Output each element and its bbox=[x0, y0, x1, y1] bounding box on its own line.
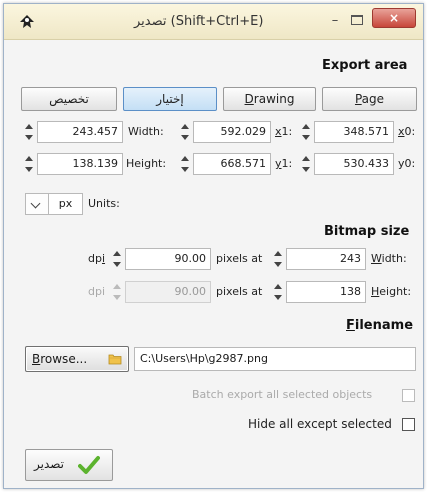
dpi-spinner[interactable] bbox=[112, 248, 122, 270]
x0-field[interactable]: 243.457 bbox=[37, 121, 123, 143]
chevron-down-icon bbox=[30, 198, 41, 209]
y0-label: y0: bbox=[398, 157, 416, 170]
close-button[interactable]: × bbox=[372, 8, 416, 28]
units-dropdown[interactable] bbox=[25, 193, 49, 215]
dpi-field[interactable]: 90.00 bbox=[125, 248, 211, 270]
batch-export-checkbox bbox=[402, 389, 415, 402]
y1-label: y1: bbox=[275, 157, 293, 170]
bitmap-size-heading: Bitmap size bbox=[324, 224, 410, 239]
export-button-label: تصدير bbox=[34, 457, 65, 471]
dpi-label-disabled: dpi bbox=[88, 285, 106, 298]
batch-export-label: Batch export all selected objects bbox=[192, 388, 373, 401]
x1-label: x1: bbox=[275, 125, 293, 138]
units-value[interactable]: px bbox=[49, 193, 83, 215]
bitmap-width-field[interactable]: 243 bbox=[286, 248, 366, 270]
hide-all-checkbox[interactable] bbox=[402, 418, 415, 431]
browse-button[interactable]: Browse... bbox=[25, 346, 129, 372]
height-label: Height: bbox=[126, 157, 167, 170]
minimize-button[interactable]: – bbox=[326, 14, 344, 30]
height-field[interactable]: 668.571 bbox=[193, 153, 271, 175]
drawing-area-button[interactable]: Drawing bbox=[223, 87, 316, 111]
export-area-heading: Export area bbox=[322, 58, 408, 73]
dpi-label: dpi bbox=[88, 252, 106, 265]
maximize-button[interactable] bbox=[351, 15, 363, 25]
y0-field[interactable]: 138.139 bbox=[37, 153, 123, 175]
export-button[interactable]: تصدير bbox=[25, 449, 113, 481]
selection-area-button[interactable]: إختيار bbox=[123, 87, 217, 111]
units-label: Units: bbox=[88, 197, 120, 210]
hide-all-label: Hide all except selected bbox=[248, 417, 392, 431]
height-spinner[interactable] bbox=[180, 153, 190, 175]
width-field[interactable]: 592.029 bbox=[193, 121, 271, 143]
x1-field[interactable]: 348.571 bbox=[314, 121, 394, 143]
filename-heading: Filename bbox=[346, 318, 414, 333]
y0-spinner[interactable] bbox=[24, 153, 34, 175]
bitmap-height-label: Height: bbox=[371, 285, 412, 298]
folder-icon bbox=[108, 354, 122, 365]
dpi-field-disabled: 90.00 bbox=[125, 281, 211, 303]
width-label: Width: bbox=[128, 125, 164, 138]
x1-spinner[interactable] bbox=[301, 121, 311, 143]
export-dialog: تصدير (Shift+Ctrl+E) – × Export area تخص… bbox=[3, 3, 424, 489]
title-bar[interactable]: تصدير (Shift+Ctrl+E) – × bbox=[4, 4, 423, 40]
checkmark-icon bbox=[78, 456, 100, 474]
width-spinner[interactable] bbox=[180, 121, 190, 143]
dpi-spinner-disabled bbox=[112, 281, 122, 303]
inkscape-logo-icon bbox=[20, 15, 34, 28]
bitmap-width-spinner[interactable] bbox=[273, 248, 283, 270]
y1-field[interactable]: 530.433 bbox=[314, 153, 394, 175]
y1-spinner[interactable] bbox=[301, 153, 311, 175]
bitmap-height-spinner[interactable] bbox=[273, 281, 283, 303]
x0-label: x0: bbox=[398, 125, 416, 138]
pixels-at-label-2: pixels at bbox=[216, 285, 263, 298]
page-area-button[interactable]: Page bbox=[322, 87, 417, 111]
bitmap-height-field[interactable]: 138 bbox=[286, 281, 366, 303]
custom-area-button[interactable]: تخصيص bbox=[21, 87, 117, 111]
bitmap-width-label: Width: bbox=[371, 252, 407, 265]
filename-input[interactable]: C:\Users\Hp\g2987.png bbox=[134, 347, 416, 371]
pixels-at-label: pixels at bbox=[216, 252, 263, 265]
window-title: تصدير (Shift+Ctrl+E) bbox=[134, 14, 264, 29]
x0-spinner[interactable] bbox=[24, 121, 34, 143]
